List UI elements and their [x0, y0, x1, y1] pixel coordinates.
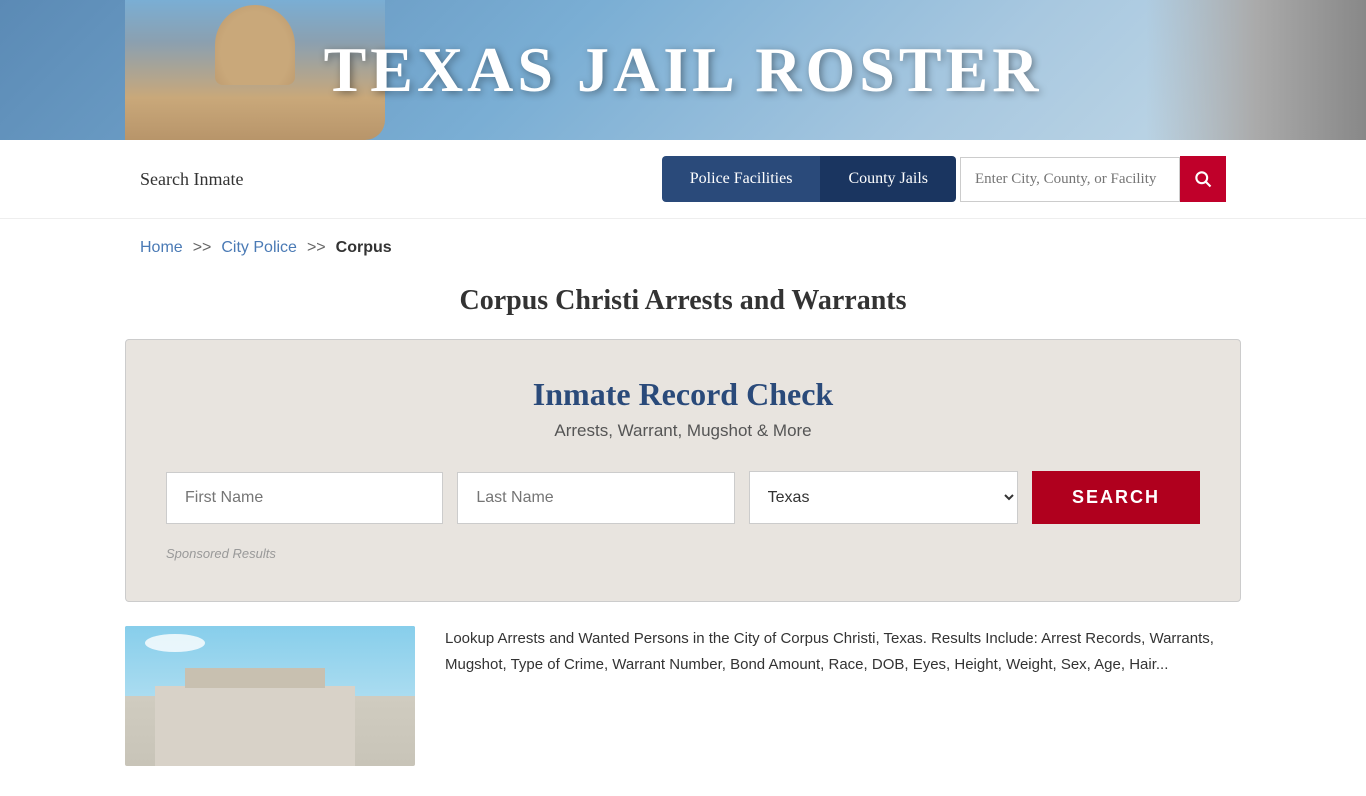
keys-background	[1146, 0, 1366, 140]
bottom-content: Lookup Arrests and Wanted Persons in the…	[0, 626, 1366, 796]
breadcrumb-sep1: >>	[193, 239, 212, 256]
breadcrumb-sep2: >>	[307, 239, 326, 256]
page-title: Corpus Christi Arrests and Warrants	[140, 285, 1226, 317]
nav-buttons: Police Facilities County Jails	[662, 156, 956, 202]
description-text: Lookup Arrests and Wanted Persons in the…	[445, 626, 1241, 766]
breadcrumb: Home >> City Police >> Corpus	[0, 219, 1366, 267]
first-name-input[interactable]	[166, 472, 443, 524]
record-check-search-row: AlabamaAlaskaArizonaArkansasCaliforniaCo…	[166, 471, 1200, 524]
clouds	[145, 634, 205, 652]
breadcrumb-city-police[interactable]: City Police	[221, 239, 297, 256]
record-check-subtitle: Arrests, Warrant, Mugshot & More	[166, 421, 1200, 441]
breadcrumb-home[interactable]: Home	[140, 239, 183, 256]
header-banner: Texas Jail Roster	[0, 0, 1366, 140]
facility-search-input[interactable]	[960, 157, 1180, 202]
record-search-button[interactable]: SEARCH	[1032, 471, 1200, 524]
record-check-title: Inmate Record Check	[166, 376, 1200, 413]
page-title-wrap: Corpus Christi Arrests and Warrants	[0, 267, 1366, 339]
search-inmate-label: Search Inmate	[140, 169, 662, 190]
last-name-input[interactable]	[457, 472, 734, 524]
police-facilities-button[interactable]: Police Facilities	[662, 156, 821, 202]
capitol-dome	[215, 5, 295, 85]
building-shape	[155, 686, 355, 766]
state-select[interactable]: AlabamaAlaskaArizonaArkansasCaliforniaCo…	[749, 471, 1018, 524]
county-jails-button[interactable]: County Jails	[820, 156, 956, 202]
facility-search-button[interactable]	[1180, 156, 1226, 202]
facility-search-wrap	[960, 156, 1226, 202]
breadcrumb-current: Corpus	[336, 239, 392, 256]
sponsored-label: Sponsored Results	[166, 546, 1200, 561]
search-icon	[1193, 169, 1213, 189]
record-check-box: Inmate Record Check Arrests, Warrant, Mu…	[125, 339, 1241, 602]
site-title: Texas Jail Roster	[324, 33, 1043, 107]
building-image	[125, 626, 415, 766]
nav-bar: Search Inmate Police Facilities County J…	[0, 140, 1366, 219]
